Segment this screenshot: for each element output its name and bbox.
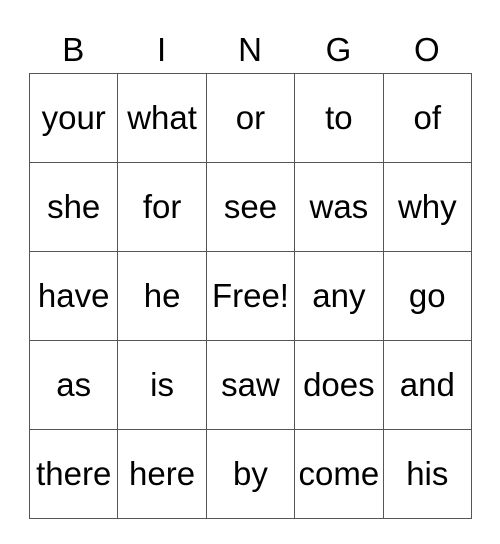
grid-row: as is saw does and bbox=[28, 340, 473, 430]
grid-row: your what or to of bbox=[28, 73, 473, 163]
grid-row: have he Free! any go bbox=[28, 251, 473, 341]
grid-cell: she bbox=[28, 162, 119, 252]
grid-cell: what bbox=[117, 73, 207, 163]
grid-cell: to bbox=[294, 73, 384, 163]
grid-cell: there bbox=[28, 429, 119, 519]
grid-cell: his bbox=[382, 429, 473, 519]
grid-cell: was bbox=[294, 162, 384, 252]
grid-cell: saw bbox=[205, 340, 296, 430]
header-letter-o: O bbox=[413, 31, 440, 68]
grid-cell: have bbox=[28, 251, 119, 341]
grid-cell: see bbox=[205, 162, 296, 252]
bingo-header: B I N G O bbox=[29, 28, 471, 72]
grid-cell: here bbox=[117, 429, 207, 519]
header-letter-g: G bbox=[325, 31, 352, 68]
grid-cell: any bbox=[294, 251, 384, 341]
grid-row: she for see was why bbox=[28, 162, 473, 252]
grid-cell: he bbox=[117, 251, 207, 341]
bingo-grid: your what or to of she for see was why h… bbox=[28, 73, 473, 519]
grid-cell: as bbox=[28, 340, 119, 430]
grid-cell: why bbox=[382, 162, 473, 252]
grid-cell: your bbox=[28, 73, 119, 163]
header-letter-b: B bbox=[62, 31, 85, 68]
grid-row: there here by come his bbox=[28, 429, 473, 519]
header-letter-n: N bbox=[238, 31, 262, 68]
free-space-cell: Free! bbox=[205, 251, 296, 341]
grid-cell: for bbox=[117, 162, 207, 252]
grid-cell: come bbox=[294, 429, 384, 519]
header-letter-i: I bbox=[157, 31, 167, 68]
grid-cell: and bbox=[382, 340, 473, 430]
grid-cell: go bbox=[382, 251, 473, 341]
grid-cell: or bbox=[205, 73, 296, 163]
grid-cell: of bbox=[382, 73, 473, 163]
grid-cell: does bbox=[294, 340, 384, 430]
grid-cell: by bbox=[205, 429, 296, 519]
grid-cell: is bbox=[117, 340, 207, 430]
